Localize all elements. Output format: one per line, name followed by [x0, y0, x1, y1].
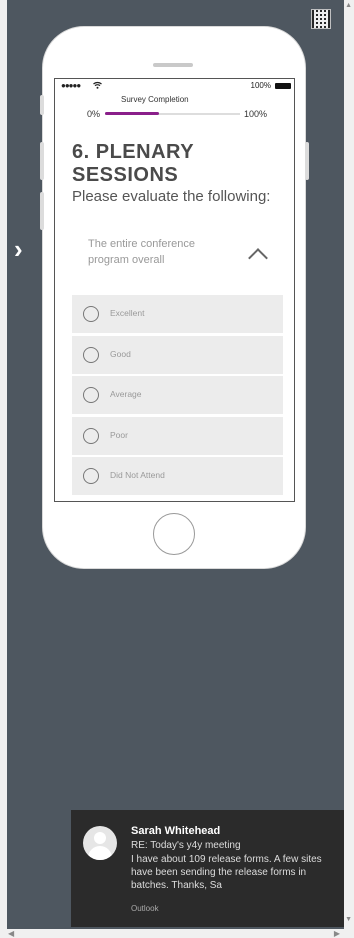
- phone-speaker: [153, 63, 193, 67]
- email-notification[interactable]: Sarah Whitehead RE: Today's y4y meeting …: [71, 810, 344, 927]
- battery-icon: [275, 83, 291, 89]
- progress-label: Survey Completion: [121, 95, 189, 104]
- scroll-right-icon[interactable]: ▶: [334, 929, 340, 938]
- section-subtitle: Please evaluate the following:: [72, 188, 271, 205]
- qr-code-icon[interactable]: [311, 9, 331, 29]
- phone-volume-down: [40, 192, 44, 230]
- progress-end-label: 100%: [244, 109, 268, 119]
- scroll-up-icon[interactable]: ▲: [345, 2, 352, 9]
- notification-body: I have about 109 release forms. A few si…: [131, 854, 322, 891]
- option-did-not-attend[interactable]: Did Not Attend: [72, 457, 283, 495]
- option-excellent[interactable]: Excellent: [72, 295, 283, 333]
- vertical-scrollbar[interactable]: ▲ ▼: [344, 0, 354, 938]
- phone-volume-up: [40, 142, 44, 180]
- radio-button[interactable]: [83, 387, 99, 403]
- option-label: Poor: [110, 430, 128, 440]
- left-margin: [0, 0, 7, 938]
- section-title: 6. PLENARY SESSIONS: [72, 141, 194, 186]
- radio-button[interactable]: [83, 468, 99, 484]
- option-label: Average: [110, 389, 142, 399]
- radio-button[interactable]: [83, 428, 99, 444]
- option-good[interactable]: Good: [72, 336, 283, 374]
- scroll-down-icon[interactable]: ▼: [345, 916, 352, 923]
- question-text[interactable]: The entire conference program overall: [88, 236, 228, 268]
- avatar: [83, 826, 117, 860]
- option-average[interactable]: Average: [72, 376, 283, 414]
- wifi-icon: [93, 81, 102, 89]
- horizontal-scrollbar[interactable]: ◀ ▶: [0, 929, 354, 938]
- notification-sender: Sarah Whitehead: [131, 825, 221, 837]
- phone-screen: ●●●●● 100% Survey Completion 0% 100% 6. …: [54, 78, 295, 502]
- option-poor[interactable]: Poor: [72, 417, 283, 455]
- notification-app: Outlook: [131, 904, 159, 913]
- radio-button[interactable]: [83, 306, 99, 322]
- phone-mute-switch: [40, 95, 44, 115]
- status-bar: ●●●●● 100%: [61, 81, 291, 91]
- option-label: Did Not Attend: [110, 470, 165, 480]
- radio-button[interactable]: [83, 347, 99, 363]
- chevron-up-icon[interactable]: [248, 248, 268, 268]
- chevron-right-icon[interactable]: ›: [14, 234, 23, 265]
- option-label: Excellent: [110, 308, 145, 318]
- battery-percent: 100%: [250, 81, 271, 90]
- progress-fill: [105, 112, 159, 115]
- scroll-left-icon[interactable]: ◀: [8, 929, 14, 938]
- option-label: Good: [110, 349, 131, 359]
- progress-start-label: 0%: [87, 109, 101, 119]
- progress-bar: [105, 112, 240, 115]
- phone-power-button: [305, 142, 309, 180]
- signal-strength-icon: ●●●●●: [61, 81, 81, 90]
- home-button[interactable]: [153, 513, 195, 555]
- notification-subject: RE: Today's y4y meeting: [131, 840, 241, 851]
